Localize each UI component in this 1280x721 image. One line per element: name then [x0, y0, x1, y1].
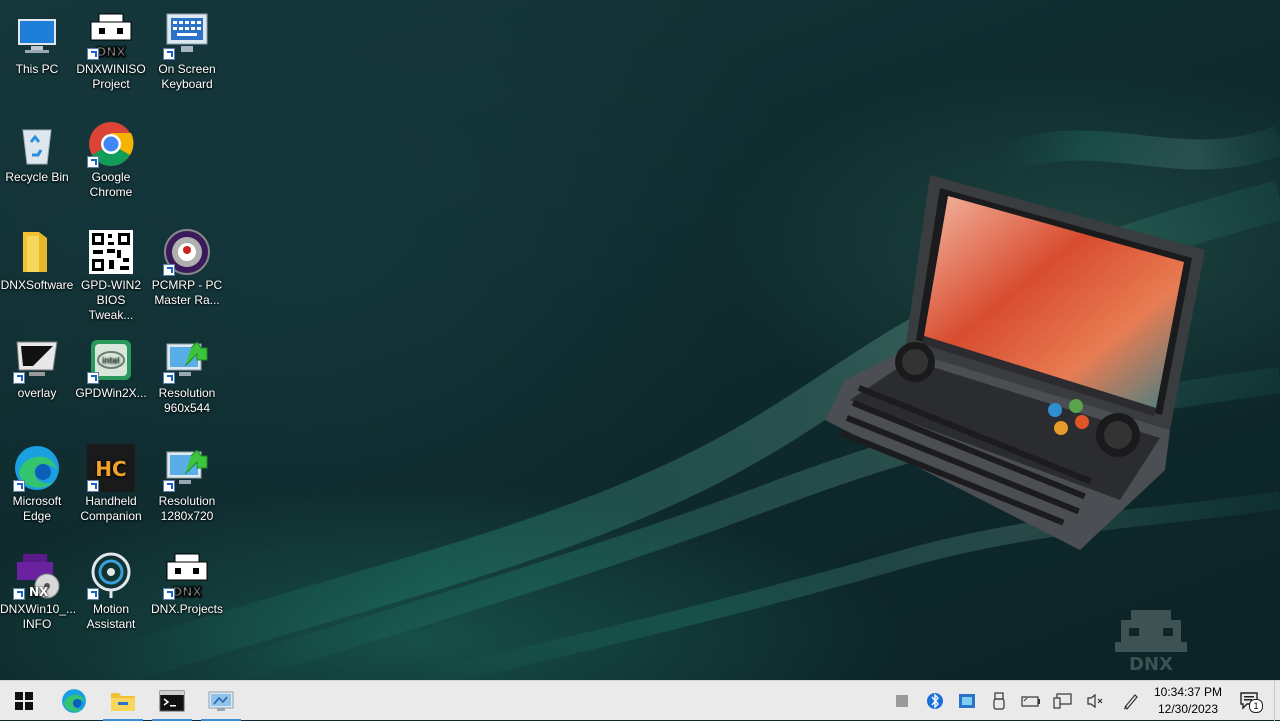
desktop-icon-resolution-960x544[interactable]: Resolution 960x544: [150, 332, 224, 416]
windows-logo-icon: [15, 692, 33, 710]
usb-device-icon[interactable]: [989, 691, 1009, 711]
desktop-icon-label: Motion Assistant: [86, 602, 136, 631]
bluetooth-icon[interactable]: [925, 691, 945, 711]
desktop-icon-dnxsoftware[interactable]: DNXSoftware: [0, 224, 74, 293]
shortcut-arrow-icon: [87, 588, 99, 600]
taskbar-edge-button[interactable]: [50, 681, 98, 721]
desktop-icon-dnx-projects[interactable]: DNX DNX.Projects: [150, 548, 224, 617]
hc-logo-icon: HC: [87, 444, 135, 492]
desktop-icon-label: DNX.Projects: [150, 602, 224, 616]
start-button[interactable]: [0, 681, 48, 721]
shortcut-arrow-icon: [163, 588, 175, 600]
dnx-disc-icon: NX: [13, 552, 61, 600]
shortcut-arrow-icon: [13, 480, 25, 492]
desktop-icon-gpd-win2-bios-tweak[interactable]: GPD-WIN2 BIOS Tweak...: [74, 224, 148, 323]
notification-count-badge: 1: [1249, 699, 1263, 713]
recycle-bin-icon: [13, 120, 61, 168]
desktop-icon-label: Resolution 960x544: [158, 386, 216, 415]
taskbar: 10:34:37 PM 12/30/2023 1: [0, 680, 1280, 721]
svg-text:HC: HC: [95, 457, 126, 481]
desktop-icon-microsoft-edge[interactable]: Microsoft Edge: [0, 440, 74, 524]
action-center-button[interactable]: 1: [1238, 691, 1263, 713]
desktop-icon-label: On Screen Keyboard: [158, 62, 216, 91]
shortcut-arrow-icon: [13, 588, 25, 600]
control-panel-icon: [208, 691, 234, 711]
taskbar-clock[interactable]: 10:34:37 PM 12/30/2023: [1148, 684, 1228, 718]
svg-text:DNX: DNX: [1129, 654, 1173, 674]
shortcut-arrow-icon: [163, 372, 175, 384]
shortcut-arrow-icon: [87, 480, 99, 492]
tray-settings-icon[interactable]: [957, 691, 977, 711]
clock-time: 10:34:37 PM: [1153, 685, 1223, 699]
desktop-icon-label: Handheld Companion: [80, 494, 142, 523]
keyboard-icon: [163, 12, 211, 60]
desktop-icon-dnxwiniso-project[interactable]: DNX DNXWINISO Project: [74, 8, 148, 92]
folder-icon: [111, 693, 135, 711]
pen-icon[interactable]: [1121, 691, 1141, 711]
shortcut-arrow-icon: [163, 480, 175, 492]
desktop-icon-recycle-bin[interactable]: Recycle Bin: [0, 116, 74, 185]
shortcut-arrow-icon: [163, 48, 175, 60]
shortcut-arrow-icon: [87, 48, 99, 60]
monitor-icon: [13, 12, 61, 60]
desktop-icon-label: PCMRP - PC Master Ra...: [151, 278, 223, 307]
desktop-icon-label: GPD-WIN2 BIOS Tweak...: [81, 278, 141, 322]
desktop-icon-on-screen-keyboard[interactable]: On Screen Keyboard: [150, 8, 224, 92]
desktop-icon-this-pc[interactable]: This PC: [0, 8, 74, 77]
edge-icon: [62, 689, 86, 713]
svg-text:DNX: DNX: [172, 585, 202, 599]
resolution-icon: [163, 444, 211, 492]
chrome-icon: [87, 120, 135, 168]
desktop-icon-motion-assistant[interactable]: Motion Assistant: [74, 548, 148, 632]
pcmr-logo-icon: [163, 228, 211, 276]
desktop-icon-dnxwin10-info[interactable]: NX DNXWin10_... INFO: [0, 548, 77, 632]
intel-icon: intel: [87, 336, 135, 384]
shortcut-arrow-icon: [163, 264, 175, 276]
desktop-icon-label: DNXWin10_... INFO: [0, 602, 77, 631]
network-icon[interactable]: [1053, 691, 1073, 711]
motion-icon: [87, 552, 135, 600]
shortcut-arrow-icon: [13, 372, 25, 384]
desktop-icon-label: Recycle Bin: [5, 170, 69, 184]
clock-date: 12/30/2023: [1157, 702, 1219, 716]
desktop-icon-gpdwin2x[interactable]: intel GPDWin2X...: [74, 332, 148, 401]
desktop-icon-label: Microsoft Edge: [12, 494, 62, 523]
desktop-icon-label: DNXWINISO Project: [76, 62, 146, 91]
show-desktop-button[interactable]: [1274, 681, 1280, 721]
folder-icon: [13, 228, 61, 276]
desktop-icon-label: overlay: [17, 386, 57, 400]
terminal-icon: [159, 690, 185, 712]
desktop-icon-label: This PC: [15, 62, 59, 76]
dnx-watermark-logo: DNX: [1115, 610, 1187, 674]
shortcut-arrow-icon: [87, 372, 99, 384]
taskbar-file-explorer-button[interactable]: [99, 681, 147, 721]
desktop-icon-label: Resolution 1280x720: [158, 494, 216, 523]
desktop-icon-label: DNXSoftware: [0, 278, 74, 292]
dnx-logo-icon: DNX: [87, 12, 135, 60]
gpd-device-image: [825, 175, 1205, 550]
svg-text:DNX: DNX: [96, 45, 126, 59]
desktop-icon-overlay[interactable]: overlay: [0, 332, 74, 401]
resolution-icon: [163, 336, 211, 384]
desktop-icon-label: Google Chrome: [89, 170, 133, 199]
desktop-icon-label: GPDWin2X...: [75, 386, 147, 400]
desktop-icon-google-chrome[interactable]: Google Chrome: [74, 116, 148, 200]
desktop-icon-handheld-companion[interactable]: HC Handheld Companion: [74, 440, 148, 524]
battery-icon[interactable]: [1021, 691, 1041, 711]
desktop-icon-pcmrp[interactable]: PCMRP - PC Master Ra...: [150, 224, 224, 308]
taskbar-terminal-button[interactable]: [148, 681, 196, 721]
svg-text:intel: intel: [102, 356, 120, 365]
taskbar-control-panel-button[interactable]: [197, 681, 245, 721]
qr-code-icon: [87, 228, 135, 276]
monitor-icon: [13, 336, 61, 384]
volume-muted-icon[interactable]: [1085, 691, 1105, 711]
svg-text:NX: NX: [29, 585, 49, 599]
tray-app-icon[interactable]: [892, 691, 912, 711]
desktop-icon-resolution-1280x720[interactable]: Resolution 1280x720: [150, 440, 224, 524]
dnx-logo-icon: DNX: [163, 552, 211, 600]
shortcut-arrow-icon: [87, 156, 99, 168]
edge-icon: [13, 444, 61, 492]
